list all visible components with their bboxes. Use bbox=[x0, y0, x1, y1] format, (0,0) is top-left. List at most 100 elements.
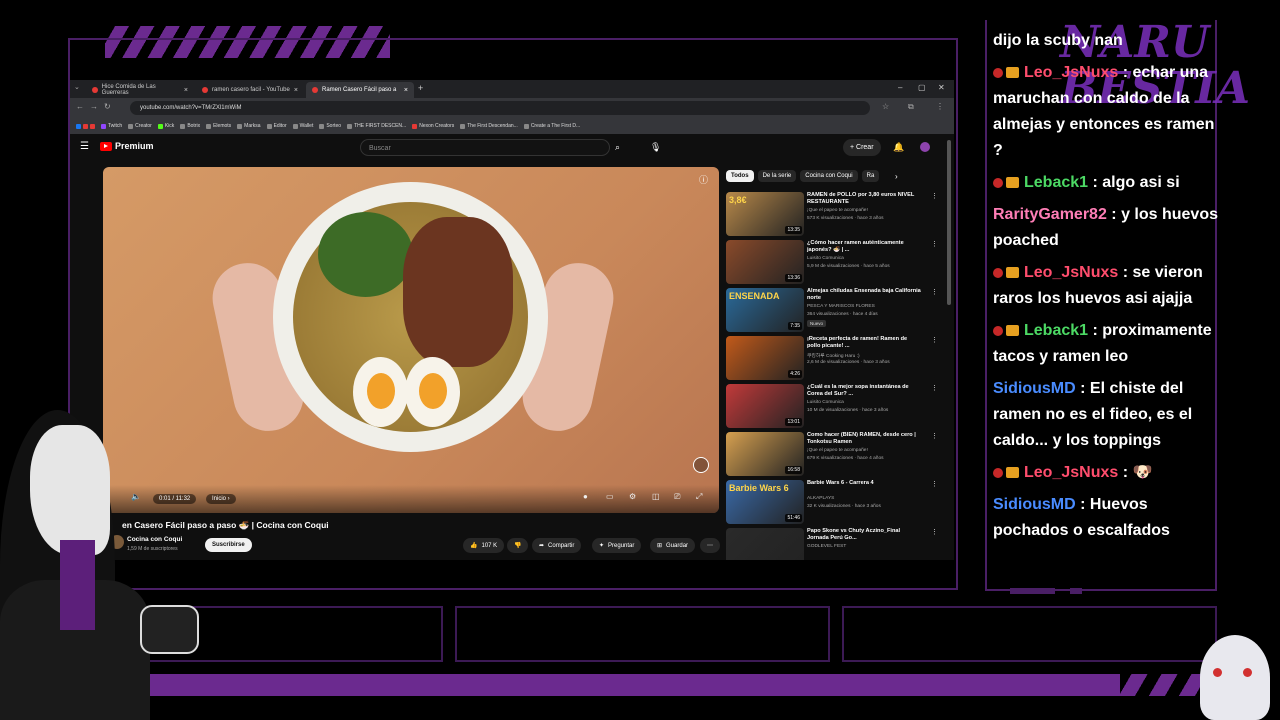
star-icon[interactable]: ☆ bbox=[882, 102, 889, 111]
extensions-icon[interactable]: ⧉ bbox=[908, 102, 914, 112]
ask-button[interactable]: ✦ Preguntar bbox=[592, 538, 642, 553]
more-actions-button[interactable]: ⋯ bbox=[700, 538, 720, 553]
recommended-video[interactable]: 13:36 ¿Cómo hacer ramen auténticamente ja… bbox=[726, 240, 941, 284]
recommended-video[interactable]: Papo Skone vs Chuty Aczino_Final Jornada… bbox=[726, 528, 941, 560]
more-vertical-icon[interactable]: ⋮ bbox=[931, 240, 938, 248]
video-thumbnail[interactable]: Barbie Wars 6 51:46 bbox=[726, 480, 804, 524]
recommended-video[interactable]: Barbie Wars 6 51:46 Barbie Wars 6 - Carrer… bbox=[726, 480, 941, 524]
recommended-title[interactable]: Barbie Wars 6 - Carrera 4 bbox=[807, 480, 922, 487]
settings-gear-icon[interactable]: ⚙ bbox=[629, 492, 636, 501]
recommended-channel[interactable]: Luisito Comunica bbox=[807, 256, 844, 261]
recommended-title[interactable]: Papo Skone vs Chuty Aczino_Final Jornada… bbox=[807, 528, 922, 542]
create-button[interactable]: + Crear bbox=[843, 139, 881, 156]
channel-watermark-icon[interactable] bbox=[693, 457, 709, 473]
like-button[interactable]: 👍 107 K bbox=[463, 538, 505, 553]
recommended-channel[interactable]: 쿠킹하루 Cooking Haru :) bbox=[807, 352, 860, 359]
chip-ramen[interactable]: Ra bbox=[861, 170, 880, 182]
recommended-channel[interactable]: PESCA Y MARISCOS FLORES bbox=[807, 304, 875, 309]
microphone-icon[interactable]: 🎙 bbox=[650, 142, 661, 153]
recommended-channel[interactable]: ALKAPLAYS bbox=[807, 496, 834, 501]
chat-username[interactable]: SidiousMD bbox=[993, 496, 1076, 513]
more-vertical-icon[interactable]: ⋮ bbox=[931, 432, 938, 440]
video-thumbnail[interactable]: 16:58 bbox=[726, 432, 804, 476]
recommended-channel[interactable]: ¡Que el papeo te acompañe! bbox=[807, 448, 868, 453]
video-thumbnail[interactable]: 3,8€ 13:35 bbox=[726, 192, 804, 236]
chat-username[interactable]: Leo_JsNuxs bbox=[1024, 64, 1118, 81]
more-vertical-icon[interactable]: ⋮ bbox=[931, 480, 938, 488]
bookmark[interactable]: Sorteo bbox=[319, 123, 341, 129]
kebab-menu-icon[interactable]: ⋮ bbox=[936, 102, 944, 111]
chat-username[interactable]: RarityGamer82 bbox=[993, 206, 1107, 223]
reload-icon[interactable]: ↻ bbox=[104, 102, 111, 111]
browser-tab[interactable]: ramen casero facil - YouTube × bbox=[196, 82, 304, 98]
notifications-bell-icon[interactable]: 🔔 bbox=[893, 142, 904, 153]
youtube-logo[interactable]: Premium bbox=[100, 141, 154, 151]
share-button[interactable]: ➦ Compartir bbox=[532, 538, 582, 553]
video-thumbnail[interactable]: ENSENADA 7:35 bbox=[726, 288, 804, 332]
recommended-title[interactable]: RAMEN de POLLO por 3,80 euros NIVEL REST… bbox=[807, 192, 922, 206]
bookmark[interactable] bbox=[76, 123, 95, 129]
dislike-button[interactable]: 👎 bbox=[507, 538, 529, 553]
close-tab-icon[interactable]: × bbox=[294, 87, 298, 94]
new-tab-icon[interactable]: + bbox=[418, 83, 423, 93]
hamburger-menu-icon[interactable]: ☰ bbox=[80, 141, 89, 152]
recommended-channel[interactable]: GODLEVEL FEST bbox=[807, 544, 846, 549]
chat-username[interactable]: Leo_JsNuxs bbox=[1024, 464, 1118, 481]
close-tab-icon[interactable]: × bbox=[404, 87, 408, 94]
more-vertical-icon[interactable]: ⋮ bbox=[931, 288, 938, 296]
autoplay-toggle-icon[interactable]: ● bbox=[583, 492, 588, 501]
video-thumbnail[interactable]: 13:01 bbox=[726, 384, 804, 428]
video-thumbnail[interactable]: 4:26 bbox=[726, 336, 804, 380]
fullscreen-icon[interactable]: ⤢ bbox=[696, 492, 702, 502]
more-vertical-icon[interactable]: ⋮ bbox=[931, 336, 938, 344]
miniplayer-icon[interactable]: ◫ bbox=[652, 492, 660, 501]
account-avatar[interactable] bbox=[920, 142, 930, 152]
maximize-icon[interactable]: ▢ bbox=[918, 83, 926, 92]
recommended-video[interactable]: 4:26 ¡Receta perfecta de ramen! Ramen de … bbox=[726, 336, 941, 380]
chevron-right-icon[interactable]: › bbox=[895, 172, 898, 181]
recommended-video[interactable]: 3,8€ 13:35 RAMEN de POLLO por 3,80 euros N… bbox=[726, 192, 941, 236]
cast-icon[interactable]: ⎚ bbox=[674, 492, 680, 502]
recommended-video[interactable]: 13:01 ¿Cuál es la mejor sopa instantánea … bbox=[726, 384, 941, 428]
browser-tab-active[interactable]: Ramen Casero Fácil paso a × bbox=[306, 82, 414, 98]
recommended-video[interactable]: 16:58 Como hacer (BIEN) RAMEN, desde cero… bbox=[726, 432, 941, 476]
video-thumbnail[interactable]: 13:36 bbox=[726, 240, 804, 284]
recommended-title[interactable]: ¡Receta perfecta de ramen! Ramen de poll… bbox=[807, 336, 922, 350]
recommended-video[interactable]: ENSENADA 7:35 Almejas chiludas Ensenada ba… bbox=[726, 288, 941, 332]
forward-icon[interactable]: → bbox=[90, 102, 98, 111]
chat-username[interactable]: Leback1 bbox=[1024, 174, 1088, 191]
subscribe-button[interactable]: Suscribirse bbox=[205, 538, 252, 552]
info-icon[interactable]: ⓘ bbox=[699, 173, 708, 186]
recommended-channel[interactable]: Luisito Comunica bbox=[807, 400, 844, 405]
bookmark[interactable]: The First Descendan... bbox=[460, 123, 518, 129]
chapter-button[interactable]: Inicio › bbox=[206, 494, 236, 504]
bookmark[interactable]: THE FIRST DESCEN... bbox=[347, 123, 406, 129]
bookmark[interactable]: Kick bbox=[157, 123, 174, 129]
recommended-channel[interactable]: ¡Que el papeo te acompañe! bbox=[807, 208, 868, 213]
close-window-icon[interactable]: ✕ bbox=[938, 83, 945, 92]
search-icon[interactable]: ⌕ bbox=[615, 142, 620, 153]
more-vertical-icon[interactable]: ⋮ bbox=[931, 192, 938, 200]
chat-username[interactable]: Leback1 bbox=[1024, 322, 1088, 339]
address-bar[interactable]: youtube.com/watch?v=TMrZXl1mWiM bbox=[130, 101, 870, 115]
bookmark[interactable]: Creator bbox=[128, 123, 152, 129]
video-thumbnail[interactable] bbox=[726, 528, 804, 560]
bookmark[interactable]: Nexon Creators bbox=[412, 123, 454, 129]
browser-tab[interactable]: Hice Comida de Las Guerreras × bbox=[86, 82, 194, 98]
more-vertical-icon[interactable]: ⋮ bbox=[931, 528, 938, 536]
recommended-title[interactable]: ¿Cuál es la mejor sopa instantánea de Co… bbox=[807, 384, 922, 398]
bookmark[interactable]: Create a The First D... bbox=[523, 123, 580, 129]
recommended-title[interactable]: ¿Cómo hacer ramen auténticamente japonés… bbox=[807, 240, 922, 254]
back-icon[interactable]: ← bbox=[76, 102, 84, 111]
bookmark[interactable]: Marksa bbox=[237, 123, 261, 129]
chip-de-la-serie[interactable]: De la serie bbox=[757, 170, 797, 182]
chat-username[interactable]: Leo_JsNuxs bbox=[1024, 264, 1118, 281]
more-vertical-icon[interactable]: ⋮ bbox=[931, 384, 938, 392]
minimize-icon[interactable]: – bbox=[898, 83, 902, 92]
recommended-title[interactable]: Almejas chiludas Ensenada baja Californi… bbox=[807, 288, 922, 302]
tab-search-icon[interactable]: ⌄ bbox=[74, 83, 80, 91]
subtitles-icon[interactable]: ▭ bbox=[606, 492, 614, 501]
chip-cocina-con-coqui[interactable]: Cocina con Coqui bbox=[800, 170, 858, 182]
search-input[interactable]: Buscar bbox=[360, 139, 610, 156]
scrollbar[interactable] bbox=[947, 140, 951, 305]
